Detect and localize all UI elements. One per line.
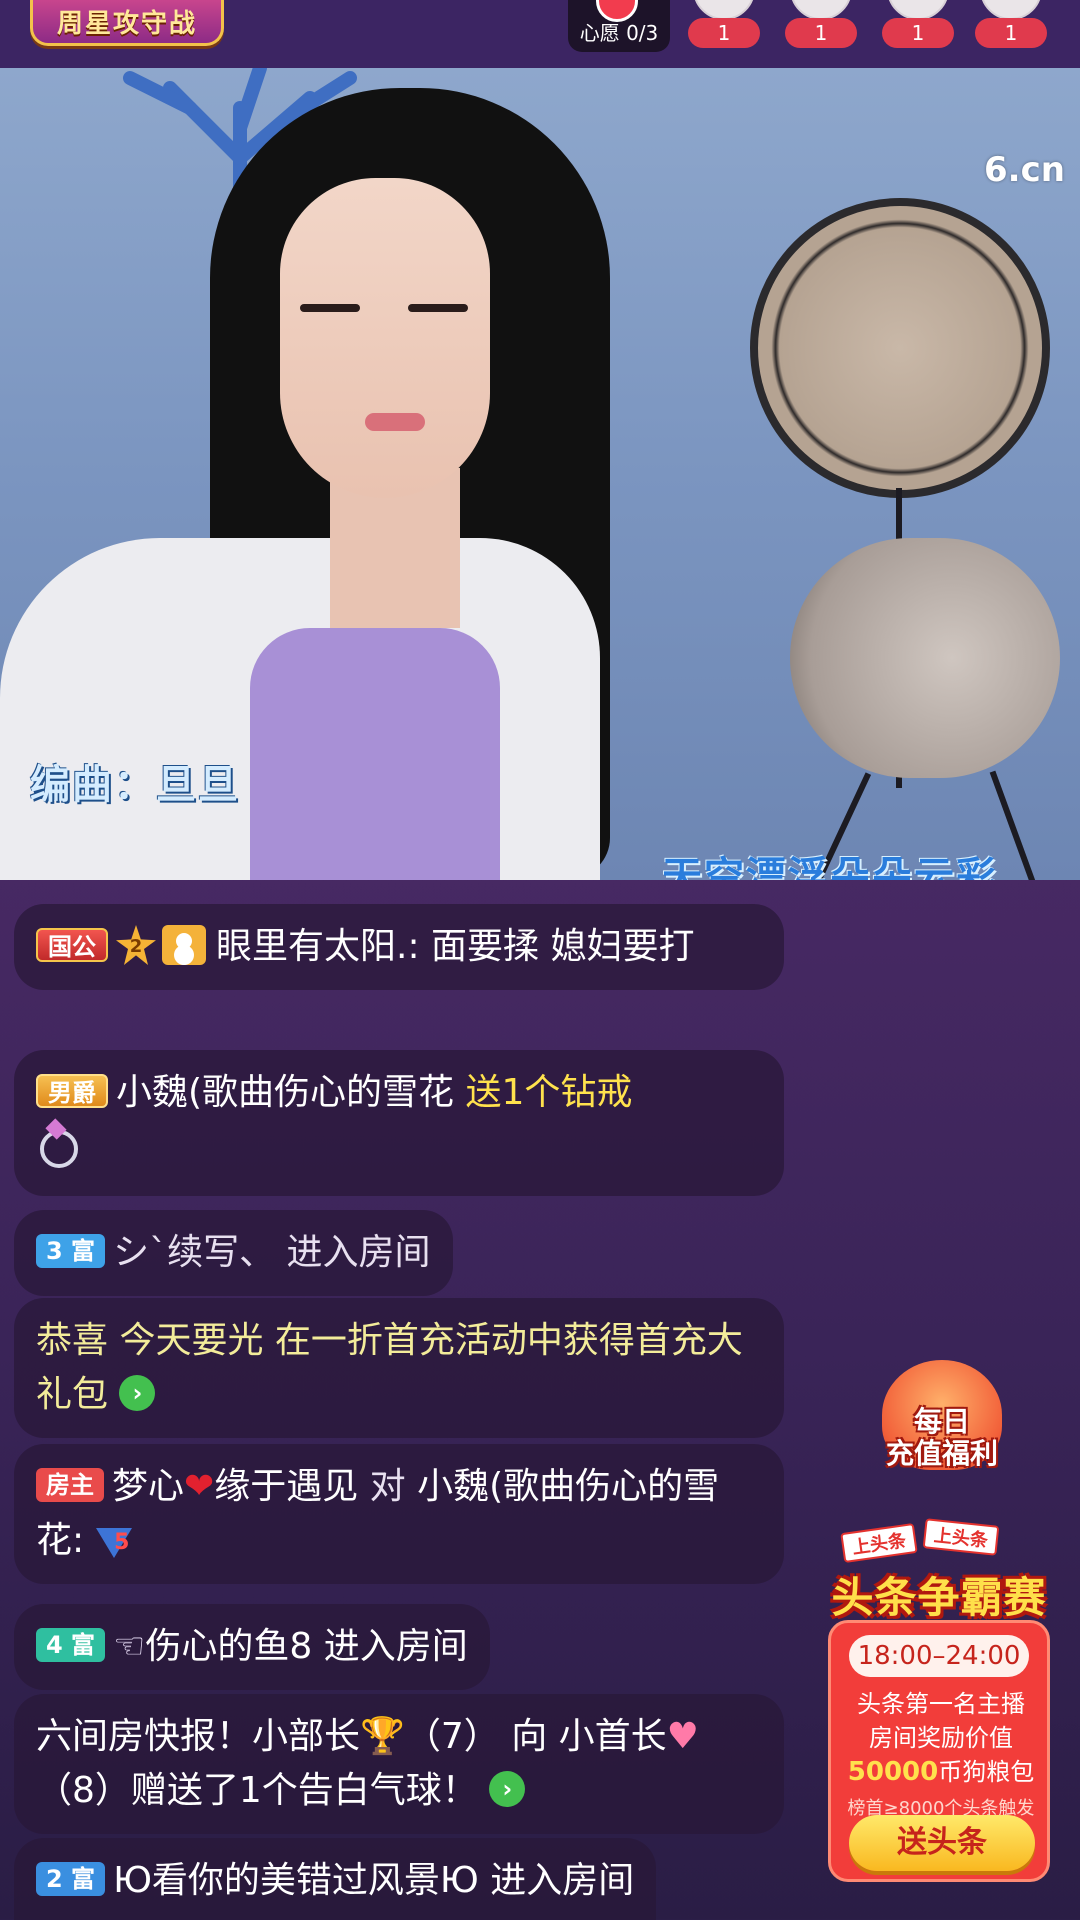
chat-text: （8）赠送了1个告白气球！ — [36, 1770, 478, 1811]
go-arrow-icon[interactable]: › — [119, 1375, 156, 1411]
chat-text: （7） 向 小首长 — [404, 1716, 667, 1757]
fan-count: 1 — [785, 18, 857, 48]
mouth — [365, 413, 425, 431]
chat-text: 六间房快报！小部长 — [36, 1716, 361, 1757]
site-watermark: 6.cn — [984, 150, 1065, 190]
chat-message[interactable]: 3 富シ`续写、 进入房间 — [14, 1210, 453, 1296]
chat-text: シ`续写、 进入房间 — [113, 1232, 431, 1273]
live-video[interactable]: 6.cn 编曲：旦旦 天空漂浮朵朵云彩 — [0, 68, 1080, 880]
wealth-badge: 4 富 — [36, 1628, 106, 1662]
wealth-badge: 2 富 — [36, 1862, 106, 1896]
wish-button[interactable]: 心愿 0/3 — [568, 0, 670, 52]
avatar — [693, 0, 755, 20]
chat-message[interactable]: 六间房快报！小部长🏆（7） 向 小首长♥ （8）赠送了1个告白气球！ › — [14, 1694, 784, 1834]
song-credit: 编曲：旦旦 — [30, 762, 240, 808]
wealth-badge: 3 富 — [36, 1234, 106, 1268]
chat-text: 伤心的鱼8 进入房间 — [145, 1626, 468, 1667]
fan-avatar-3[interactable]: 1 — [882, 0, 954, 50]
avatar — [980, 0, 1042, 20]
fan-avatar-2[interactable]: 1 — [785, 0, 857, 50]
weekly-star-title: 周星攻守战 — [56, 9, 197, 39]
eye — [300, 304, 360, 312]
headline-tag: 上头条 — [840, 1522, 918, 1564]
rank-badge: 国公 — [36, 928, 108, 962]
chat-message[interactable]: 恭喜 今天要光 在一折首充活动中获得首充大礼包 › — [14, 1298, 784, 1438]
streamer-face — [280, 178, 490, 498]
contest-time: 18:00–24:00 — [849, 1635, 1029, 1677]
star-level-icon: 2 — [116, 925, 156, 965]
chat-text: Ю看你的美错过风景Ю 进入房间 — [113, 1860, 635, 1901]
gift-text: 送1个钻戒 — [465, 1072, 633, 1113]
ring-light — [750, 198, 1050, 498]
chat-connector: 对 — [358, 1466, 418, 1507]
fan-avatar-4[interactable]: 1 — [975, 0, 1047, 50]
streamer-top — [250, 628, 500, 880]
pointing-hand-icon: ☜ — [113, 1626, 146, 1667]
chat-message[interactable]: 4 富 ☜伤心的鱼8 进入房间 — [14, 1604, 490, 1690]
headline-contest-title: 头条争霸赛 — [831, 1573, 1047, 1622]
chat-text: 眼里有太阳.: 面要揉 媳妇要打 — [216, 926, 695, 967]
owner-badge: 房主 — [36, 1468, 104, 1502]
heart-icon: ❤ — [184, 1466, 215, 1507]
wish-progress: 心愿 0/3 — [579, 21, 659, 45]
heart-icon: ♥ — [666, 1716, 699, 1757]
headline-contest-card: 18:00–24:00 头条第一名主播 房间奖励价值 50000币狗粮包 榜首≥… — [828, 1620, 1050, 1882]
go-arrow-icon[interactable]: › — [489, 1771, 526, 1807]
song-lyric: 天空漂浮朵朵云彩 — [662, 854, 998, 880]
headline-contest-promo[interactable]: 上头条 上头条 头条争霸赛 18:00–24:00 头条第一名主播 房间奖励价值… — [828, 1518, 1050, 1882]
daily-recharge-promo[interactable]: 每日 充值福利 — [862, 1360, 1022, 1490]
fan-count: 1 — [975, 18, 1047, 48]
microphone — [790, 538, 1060, 778]
send-headline-button[interactable]: 送头条 — [849, 1815, 1035, 1871]
chat-username-suffix: 缘于遇见 — [214, 1466, 359, 1507]
daily-recharge-label: 每日 充值福利 — [885, 1405, 998, 1470]
avatar — [887, 0, 949, 20]
chat-username: 小魏(歌曲伤心的雪花 — [116, 1072, 455, 1113]
fan-count: 1 — [882, 18, 954, 48]
rank-badge: 男爵 — [36, 1074, 108, 1108]
user-icon — [162, 925, 206, 965]
top-bar: 周星攻守战 心愿 0/3 1 1 1 1 — [0, 0, 1080, 68]
contest-description: 头条第一名主播 房间奖励价值 50000币狗粮包 榜首≥8000个头条触发 — [847, 1690, 1035, 1819]
chat-message[interactable]: 2 富 Ю看你的美错过风景Ю 进入房间 — [14, 1838, 657, 1920]
ring-gift-icon — [36, 1120, 80, 1168]
headline-tag: 上头条 — [922, 1518, 1000, 1556]
chat-message[interactable]: 国公 2 眼里有太阳.: 面要揉 媳妇要打 — [14, 904, 784, 990]
level-v-icon: 5 — [92, 1520, 136, 1564]
chat-message[interactable]: 男爵 小魏(歌曲伤心的雪花 送1个钻戒 — [14, 1050, 784, 1196]
chat-message[interactable]: 房主 梦心❤缘于遇见 对 小魏(歌曲伤心的雪花: 5 — [14, 1444, 784, 1584]
avatar — [790, 0, 852, 20]
chat-username: 梦心 — [112, 1466, 185, 1507]
fan-avatar-1[interactable]: 1 — [688, 0, 760, 50]
fan-count: 1 — [688, 18, 760, 48]
eye — [408, 304, 468, 312]
trophy-icon: 🏆 — [360, 1716, 405, 1757]
weekly-star-event-button[interactable]: 周星攻守战 — [30, 0, 224, 46]
